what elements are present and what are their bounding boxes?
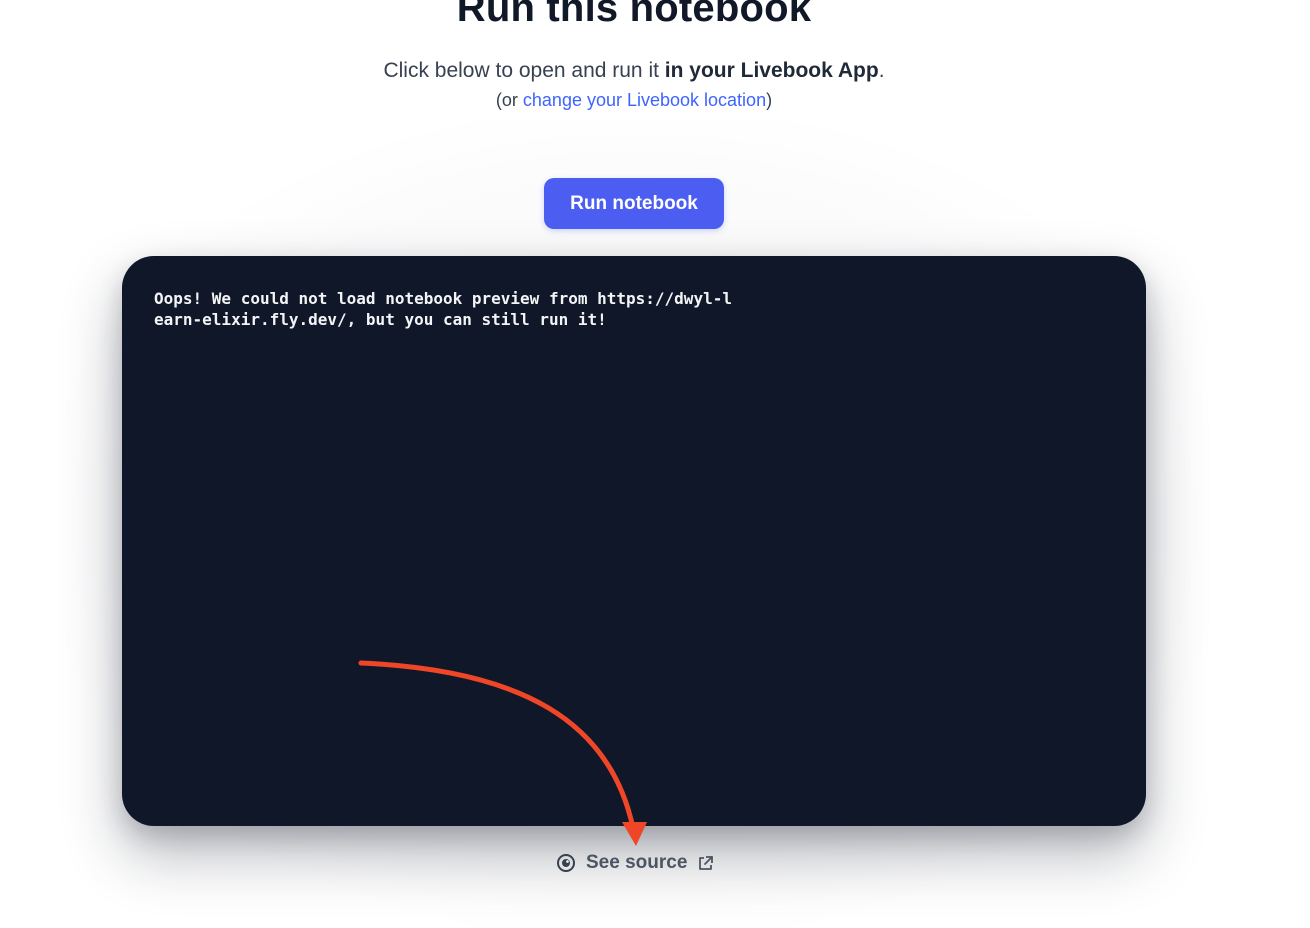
notebook-preview: Oops! We could not load notebook preview… (122, 256, 1146, 826)
see-source-link[interactable]: See source (556, 850, 714, 876)
location-prefix: (or (495, 90, 523, 110)
page-title: Run this notebook (456, 0, 812, 30)
location-suffix: ) (766, 90, 773, 110)
external-link-icon (697, 855, 714, 872)
subtitle-suffix: . (878, 59, 885, 82)
see-source-label: See source (586, 852, 688, 873)
run-notebook-button[interactable]: Run notebook (544, 178, 724, 229)
preview-error-message: Oops! We could not load notebook preview… (154, 289, 732, 329)
subtitle-emphasis: in your Livebook App (664, 59, 879, 82)
eye-icon (556, 853, 576, 873)
location-line: (or change your Livebook location) (0, 90, 1268, 111)
subtitle: Click below to open and run it in your L… (0, 59, 1268, 83)
change-location-link[interactable]: change your Livebook location (523, 90, 766, 110)
page: Run this notebook Click below to open an… (0, 0, 1310, 928)
subtitle-prefix: Click below to open and run it (383, 59, 665, 82)
